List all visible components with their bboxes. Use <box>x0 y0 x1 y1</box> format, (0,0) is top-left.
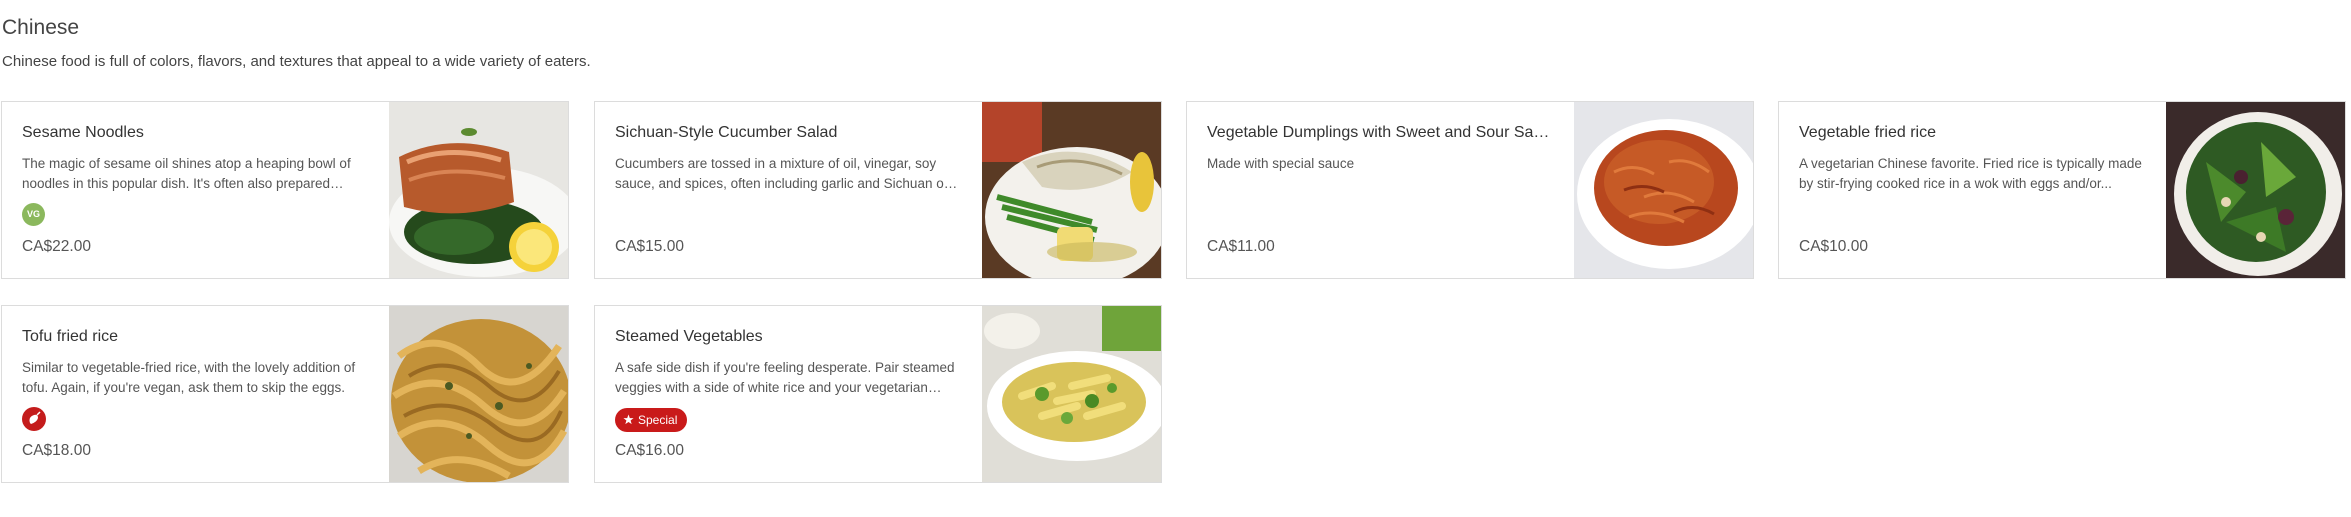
special-badge: Special <box>615 408 688 432</box>
section-description: Chinese food is full of colors, flavors,… <box>2 53 591 70</box>
item-name: Sichuan-Style Cucumber Salad <box>615 124 838 141</box>
item-price: CA$10.00 <box>1799 238 1868 255</box>
item-price: CA$11.00 <box>1207 238 1275 255</box>
item-price: CA$15.00 <box>615 238 684 255</box>
menu-item-card[interactable]: Tofu fried rice Similar to vegetable-fri… <box>1 305 569 483</box>
menu-section: Chinese Chinese food is full of colors, … <box>0 0 2351 517</box>
penne-zucchini-photo <box>982 306 1161 482</box>
green-salad-photo <box>2166 102 2345 278</box>
item-description: A safe side dish if you're feeling despe… <box>615 360 955 395</box>
item-price: CA$18.00 <box>22 442 91 459</box>
item-description: The magic of sesame oil shines atop a he… <box>22 156 351 191</box>
item-description: A vegetarian Chinese favorite. Fried ric… <box>1799 156 2142 191</box>
item-name: Tofu fried rice <box>22 328 119 345</box>
menu-item-card[interactable]: Steamed Vegetables A safe side dish if y… <box>594 305 1162 483</box>
item-description: Made with special sauce <box>1207 156 1355 171</box>
section-title: Chinese <box>2 16 80 39</box>
special-badge-label: Special <box>638 413 678 427</box>
menu-item-card[interactable]: Vegetable fried rice A vegetarian Chines… <box>1778 101 2346 279</box>
spicy-badge-icon <box>22 407 46 431</box>
item-name: Vegetable fried rice <box>1799 124 1936 141</box>
item-price: CA$22.00 <box>22 238 91 255</box>
menu-item-card[interactable]: Sesame Noodles The magic of sesame oil s… <box>1 101 569 279</box>
menu-item-card[interactable]: Sichuan-Style Cucumber Salad Cucumbers a… <box>594 101 1162 279</box>
item-name: Steamed Vegetables <box>615 328 763 345</box>
item-name: Sesame Noodles <box>22 124 144 141</box>
item-price: CA$16.00 <box>615 442 684 459</box>
menu-item-card[interactable]: Vegetable Dumplings with Sweet and Sour … <box>1186 101 1754 279</box>
pesto-tagliatelle-photo <box>389 306 568 482</box>
item-name: Vegetable Dumplings with Sweet and Sour … <box>1207 124 1557 141</box>
tomato-rice-bowl-photo <box>1574 102 1753 278</box>
star-icon <box>623 414 634 425</box>
item-description: Cucumbers are tossed in a mixture of oil… <box>615 156 949 191</box>
item-description: Similar to vegetable-fried rice, with th… <box>22 360 356 395</box>
vegan-badge-icon: VG <box>22 203 45 226</box>
fish-green-beans-potato-photo <box>982 102 1161 278</box>
salmon-spinach-lemon-photo <box>389 102 568 278</box>
